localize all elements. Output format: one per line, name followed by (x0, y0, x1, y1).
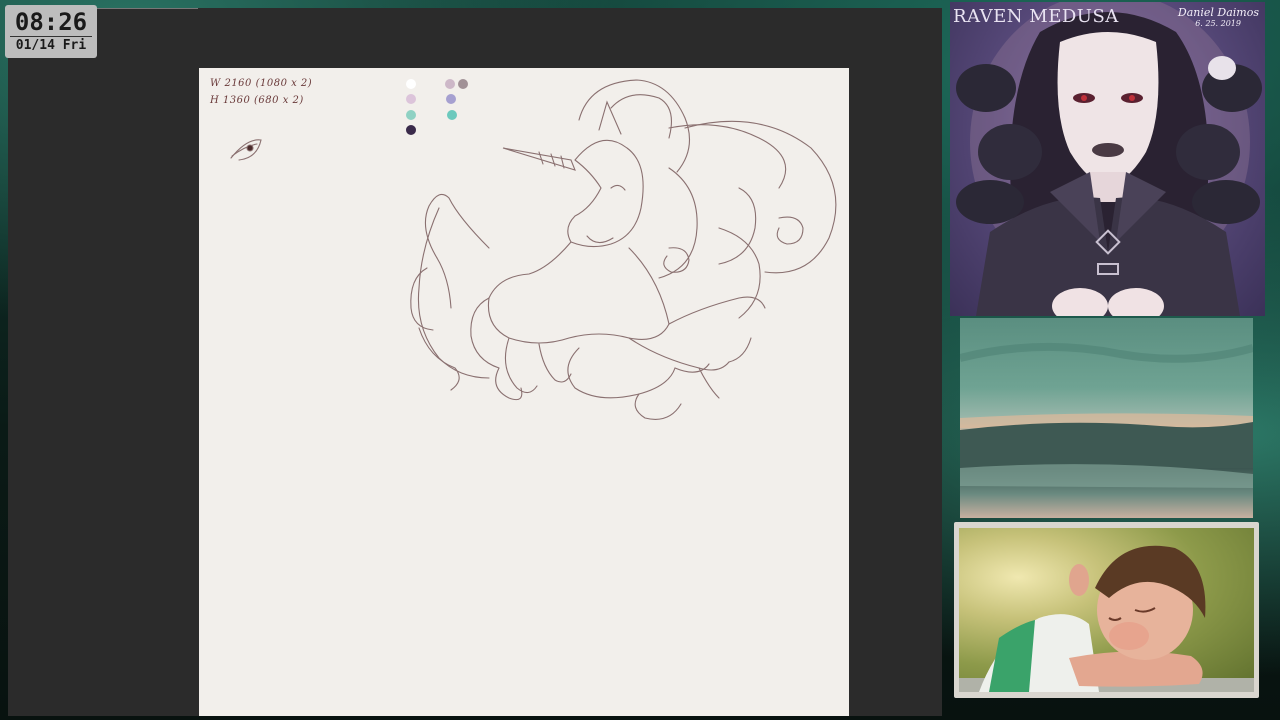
drawing-app-workspace[interactable]: W 2160 (1080 x 2) H 1360 (680 x 2) (8, 8, 942, 716)
reference-date: 6. 25. 2019 (1195, 19, 1241, 28)
reference-figure-illustration (956, 2, 1262, 316)
clock-widget: 08:26 01/14 Fri (5, 5, 97, 58)
unicorn-sketch (230, 79, 837, 420)
drawing-canvas[interactable]: W 2160 (1080 x 2) H 1360 (680 x 2) (199, 68, 849, 716)
clock-time: 08:26 (14, 8, 88, 36)
landscape-scenery (960, 342, 1253, 488)
reference-artwork: RAVEN MEDUSA Daniel Daimos 6. 25. 2019 (950, 2, 1265, 316)
clock-date: 01/14 Fri (15, 38, 87, 53)
desktop-background: W 2160 (1080 x 2) H 1360 (680 x 2) 08:26… (0, 0, 1280, 720)
sleeping-child-illustration (959, 545, 1254, 692)
sleeping-child-photo (959, 528, 1254, 692)
reference-title: RAVEN MEDUSA (953, 6, 1119, 27)
webcam-frame (954, 522, 1259, 698)
reference-signature: Daniel Daimos (1177, 6, 1259, 19)
landscape-photo (960, 318, 1253, 518)
